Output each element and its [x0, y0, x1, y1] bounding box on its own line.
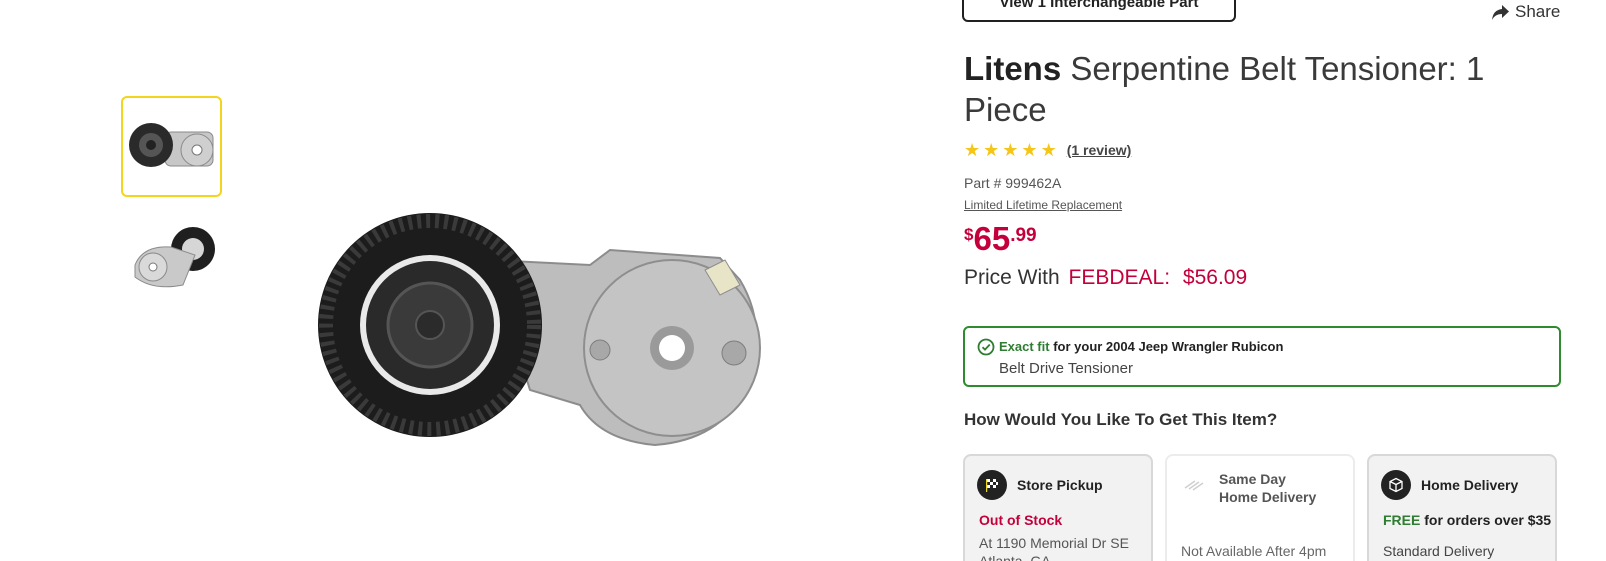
price-cents: .99: [1010, 225, 1037, 246]
product-price: $ 65 .99: [964, 219, 1037, 259]
part-number: Part # 999462A: [964, 175, 1062, 191]
fitment-description: Belt Drive Tensioner: [999, 360, 1133, 377]
home-delivery-type: Standard Delivery: [1383, 543, 1495, 559]
promo-label: Price With: [964, 266, 1060, 289]
store-pickup-address: At 1190 Memorial Dr SE Atlanta, GA: [979, 534, 1129, 561]
delivery-heading: How Would You Like To Get This Item?: [964, 410, 1278, 429]
same-day-delivery-option[interactable]: Same Day Home Delivery Not Available Aft…: [1165, 454, 1355, 561]
star-icon: ★: [1002, 140, 1019, 160]
same-day-title-line2: Home Delivery: [1219, 489, 1317, 505]
star-rating: ★ ★ ★ ★ ★: [964, 141, 1057, 159]
same-day-title-line1: Same Day: [1219, 471, 1286, 487]
star-icon: ★: [1040, 140, 1057, 160]
store-address-line2: Atlanta, GA: [979, 553, 1051, 561]
belt-tensioner-rear-thumbnail: [134, 227, 215, 288]
home-delivery-option[interactable]: Home Delivery FREE for orders over $35 S…: [1367, 454, 1557, 561]
warranty-link[interactable]: Limited Lifetime Replacement: [964, 198, 1122, 212]
star-icon: ★: [1021, 140, 1038, 160]
share-button[interactable]: Share: [1492, 1, 1560, 23]
fitment-vehicle: Exact fit for your 2004 Jeep Wrangler Ru…: [999, 339, 1283, 354]
promo-price-value: $56.09: [1182, 266, 1248, 289]
same-day-status: Not Available After 4pm: [1181, 543, 1327, 559]
checkered-flag-icon: [977, 470, 1007, 500]
store-pickup-option[interactable]: Store Pickup Out of Stock At 1190 Memori…: [963, 454, 1153, 561]
store-address-line1: At 1190 Memorial Dr SE: [979, 535, 1129, 551]
share-label: Share: [1515, 2, 1561, 21]
price-dollars: 65: [973, 220, 1011, 257]
thumbnail-rear[interactable]: [121, 213, 222, 314]
exact-fit-label: Exact fit: [999, 339, 1050, 354]
free-threshold: for orders over $35: [1424, 512, 1552, 528]
product-rating: ★ ★ ★ ★ ★ (1 review): [964, 140, 1131, 160]
product-title: Litens Serpentine Belt Tensioner: 1 Piec…: [964, 48, 1524, 130]
price-currency: $: [964, 225, 974, 244]
reviews-link[interactable]: (1 review): [1067, 142, 1132, 158]
free-label: FREE: [1383, 512, 1421, 528]
home-delivery-offer: FREE for orders over $35: [1383, 512, 1551, 528]
thumbnail-front[interactable]: [121, 96, 222, 197]
speed-truck-icon: [1179, 470, 1209, 500]
store-pickup-status: Out of Stock: [979, 512, 1063, 528]
product-page: View 1 Interchangeable Part Share Litens…: [0, 0, 1606, 561]
star-icon: ★: [964, 140, 981, 160]
belt-tensioner-front-thumbnail: [129, 123, 214, 167]
share-arrow-icon: [1492, 4, 1509, 20]
product-main-image: [318, 213, 761, 447]
fitment-vehicle-text: for your 2004 Jeep Wrangler Rubicon: [1053, 339, 1284, 354]
product-brand: Litens: [964, 50, 1062, 87]
store-pickup-title: Store Pickup: [1017, 477, 1103, 493]
promo-code: FEBDEAL:: [1068, 266, 1171, 289]
fitment-box: Exact fit for your 2004 Jeep Wrangler Ru…: [963, 326, 1561, 387]
package-icon: [1381, 470, 1411, 500]
view-interchangeable-part-label: View 1 Interchangeable Part: [999, 0, 1199, 11]
star-icon: ★: [983, 140, 1000, 160]
promo-price: Price With FEBDEAL: $56.09: [964, 266, 1247, 290]
home-delivery-title: Home Delivery: [1421, 477, 1519, 493]
view-interchangeable-part-button[interactable]: View 1 Interchangeable Part: [962, 0, 1236, 22]
check-circle-icon: [977, 338, 995, 356]
same-day-title: Same Day Home Delivery: [1219, 470, 1316, 506]
